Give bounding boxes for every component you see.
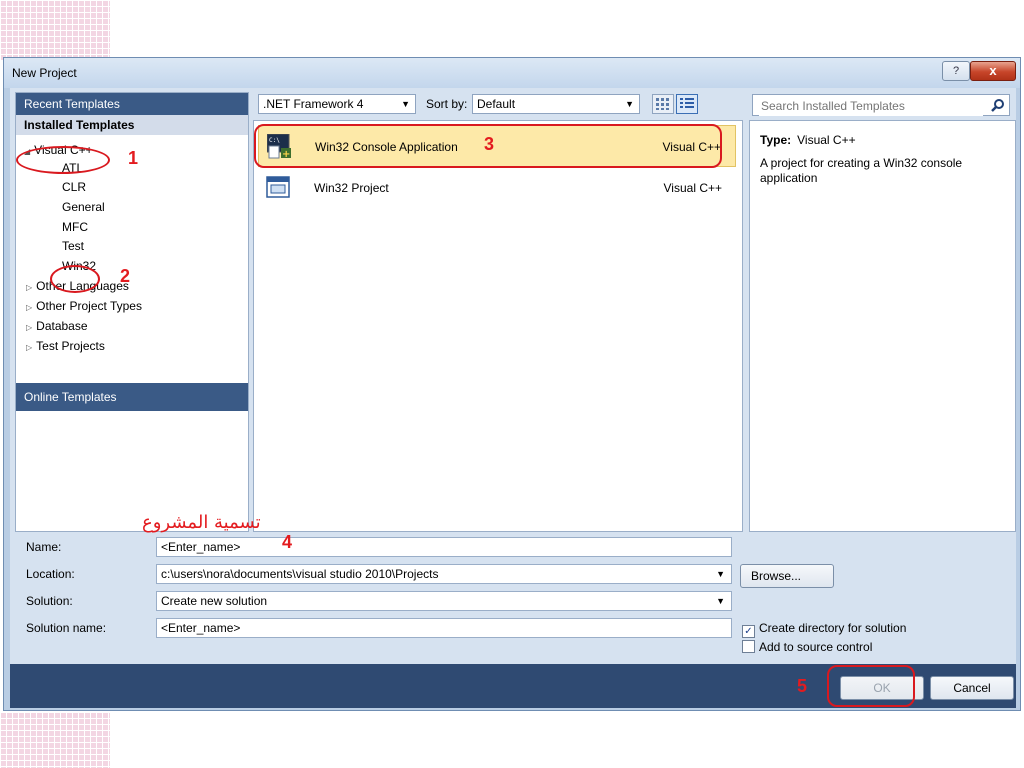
annotation-number-5: 5 [797, 676, 808, 696]
background-pattern-bottom [0, 712, 110, 768]
search-icon [991, 99, 1004, 112]
sort-by-label: Sort by: [426, 97, 468, 111]
template-item-win32-project[interactable]: Win32 Project Visual C++ [258, 167, 736, 209]
search-templates-box[interactable] [752, 94, 1010, 116]
collapsed-arrow-icon: ▷ [26, 343, 33, 352]
tree-item-clr[interactable]: CLR [62, 180, 86, 194]
annotation-circle-win32 [50, 265, 100, 293]
annotation-project-naming-text: تسمية المشروع [142, 512, 261, 533]
search-input[interactable] [759, 96, 983, 116]
framework-select[interactable]: .NET Framework 4 ▼ [258, 94, 416, 114]
annotation-box-ok [827, 665, 915, 707]
solution-select[interactable]: Create new solution ▼ [156, 591, 732, 611]
location-label: Location: [26, 567, 75, 581]
win32-project-icon [266, 176, 290, 198]
sort-select[interactable]: Default ▼ [472, 94, 640, 114]
checkbox-unchecked-icon [742, 640, 755, 653]
collapsed-arrow-icon: ▷ [26, 303, 33, 312]
collapsed-arrow-icon: ▷ [26, 323, 33, 332]
dropdown-arrow-icon: ▼ [401, 99, 410, 109]
browse-button[interactable]: Browse... [740, 564, 834, 588]
tree-item-other-project-types[interactable]: ▷ Other Project Types [26, 299, 142, 313]
tree-item-mfc[interactable]: MFC [62, 220, 88, 234]
template-type: Type: Visual C++ [760, 133, 856, 147]
name-label: Name: [26, 540, 62, 554]
solution-name-field[interactable]: <Enter_name> [156, 618, 732, 638]
template-language: Visual C++ [663, 181, 722, 195]
source-control-checkbox[interactable]: Add to source control [742, 640, 872, 654]
annotation-circle-visual-cpp [16, 146, 110, 174]
list-view-icon [680, 98, 694, 108]
tree-item-test[interactable]: Test [62, 239, 84, 253]
online-templates-header[interactable]: Online Templates [16, 383, 248, 411]
template-list: C:\ + Win32 Console Application Visual C… [253, 120, 743, 532]
solution-name-label: Solution name: [26, 621, 107, 635]
cancel-button[interactable]: Cancel [930, 676, 1014, 700]
annotation-number-4: 4 [282, 532, 293, 552]
name-field[interactable]: <Enter_name> [156, 537, 732, 557]
template-details-panel: Type: Visual C++ A project for creating a… [749, 120, 1016, 532]
dialog-content: Recent Templates Installed Templates ◢ Vi… [10, 88, 1016, 708]
installed-templates-header[interactable]: Installed Templates [16, 115, 248, 135]
template-description: A project for creating a Win32 console a… [760, 156, 963, 185]
dropdown-arrow-icon: ▼ [625, 99, 634, 109]
template-toolbar: .NET Framework 4 ▼ Sort by: Default ▼ [258, 94, 748, 116]
small-icons-icon [656, 98, 669, 110]
collapsed-arrow-icon: ▷ [26, 283, 33, 292]
tree-item-general[interactable]: General [62, 200, 105, 214]
recent-templates-header[interactable]: Recent Templates [16, 93, 248, 115]
checkbox-checked-icon: ✓ [742, 625, 755, 638]
list-view-button[interactable] [676, 94, 698, 114]
small-icons-view-button[interactable] [652, 94, 674, 114]
help-icon: ? [952, 65, 960, 77]
template-name: Win32 Project [314, 181, 389, 195]
background-pattern-top [0, 0, 110, 60]
create-directory-checkbox[interactable]: ✓ Create directory for solution [742, 621, 906, 638]
help-button[interactable]: ? [942, 61, 970, 81]
location-combo[interactable]: c:\users\nora\documents\visual studio 20… [156, 564, 732, 584]
solution-label: Solution: [26, 594, 73, 608]
tree-item-test-projects[interactable]: ▷ Test Projects [26, 339, 105, 353]
annotation-number-1: 1 [128, 148, 139, 168]
close-icon: x [989, 63, 997, 78]
tree-item-database[interactable]: ▷ Database [26, 319, 88, 333]
annotation-number-3: 3 [484, 134, 495, 154]
annotation-number-2: 2 [120, 266, 131, 286]
dropdown-arrow-icon: ▼ [716, 569, 725, 579]
dialog-title: New Project [12, 66, 77, 80]
dropdown-arrow-icon: ▼ [716, 596, 725, 606]
close-button[interactable]: x [970, 61, 1016, 81]
title-bar: New Project ? x [4, 58, 1020, 88]
